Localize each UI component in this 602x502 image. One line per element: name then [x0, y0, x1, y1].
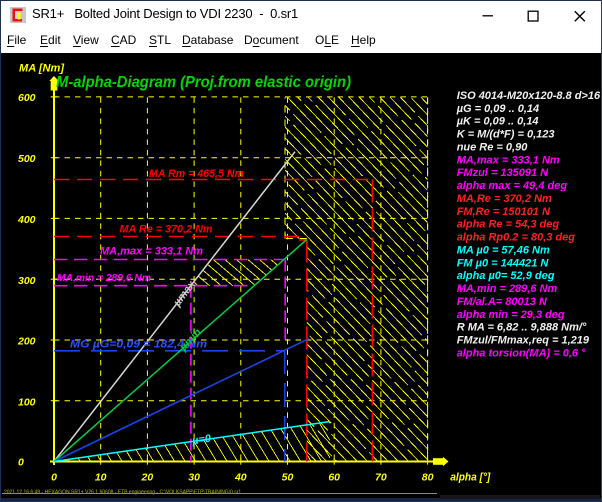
svg-text:200: 200 — [17, 336, 36, 348]
svg-text:40: 40 — [234, 471, 247, 483]
svg-text:alpha µ0= 52,9 deg: alpha µ0= 52,9 deg — [457, 270, 555, 282]
svg-text:60: 60 — [328, 471, 340, 483]
svg-text:MA,min = 289,6 Nm: MA,min = 289,6 Nm — [57, 272, 151, 284]
svg-text:MA,Re = 370,2 Nm: MA,Re = 370,2 Nm — [457, 193, 552, 205]
svg-text:FM,Re = 150101 N: FM,Re = 150101 N — [457, 206, 551, 218]
svg-text:20: 20 — [141, 471, 154, 483]
svg-text:FMzul/FMmax,req = 1,219: FMzul/FMmax,req = 1,219 — [457, 335, 590, 347]
svg-text:0: 0 — [18, 456, 24, 468]
svg-text:0: 0 — [51, 471, 57, 483]
svg-text:MA,max = 333,1 Nm: MA,max = 333,1 Nm — [100, 246, 203, 258]
svg-text:µ=0: µ=0 — [190, 433, 212, 448]
svg-text:10: 10 — [95, 471, 107, 483]
svg-text:MA Re = 370,2 Nm: MA Re = 370,2 Nm — [120, 224, 213, 236]
svg-text:600: 600 — [18, 92, 36, 104]
svg-text:MA,max = 333,1 Nm: MA,max = 333,1 Nm — [457, 154, 560, 166]
svg-text:70: 70 — [375, 471, 387, 483]
svg-text:K = M/(d*F) = 0,123: K = M/(d*F) = 0,123 — [457, 129, 555, 141]
svg-text:100: 100 — [18, 396, 36, 408]
svg-text:alpha Re = 54,3 deg: alpha Re = 54,3 deg — [457, 219, 560, 231]
svg-text:M-alpha-Diagram (Proj.from ela: M-alpha-Diagram (Proj.from elastic origi… — [56, 74, 351, 91]
svg-text:ISO 4014-M20x120-8.8 d>16: ISO 4014-M20x120-8.8 d>16 — [457, 90, 601, 102]
svg-text:alpha Rp0.2 = 80,3 deg: alpha Rp0.2 = 80,3 deg — [457, 232, 576, 244]
svg-text:500: 500 — [18, 153, 36, 165]
svg-text:MA,min = 289,6 Nm: MA,min = 289,6 Nm — [457, 283, 558, 295]
svg-text:400: 400 — [17, 214, 36, 226]
svg-text:80: 80 — [422, 471, 434, 483]
svg-text:MA Rm = 465,5 Nm: MA Rm = 465,5 Nm — [149, 168, 244, 180]
svg-text:µK = 0,09 .. 0,14: µK = 0,09 .. 0,14 — [456, 116, 539, 128]
svg-text:alpha torsion(MA) = 0,6 °: alpha torsion(MA) = 0,6 ° — [457, 347, 586, 359]
svg-text:nue Re = 0,90: nue Re = 0,90 — [457, 141, 529, 153]
svg-text:alpha [°]: alpha [°] — [450, 472, 490, 484]
svg-text:MA [Nm]: MA [Nm] — [19, 63, 64, 75]
svg-text:MA µ0 = 57,46 Nm: MA µ0 = 57,46 Nm — [457, 244, 550, 256]
svg-text:alpha min = 29,3 deg: alpha min = 29,3 deg — [457, 309, 565, 321]
svg-text:FM/al.A= 80013 N: FM/al.A= 80013 N — [457, 296, 548, 308]
svg-text:FMzul = 135091 N: FMzul = 135091 N — [457, 167, 549, 179]
svg-text:µG = 0,09 .. 0,14: µG = 0,09 .. 0,14 — [456, 103, 539, 115]
svg-text:30: 30 — [188, 471, 200, 483]
svg-text:FM µ0 = 144421 N: FM µ0 = 144421 N — [457, 257, 550, 269]
svg-text:300: 300 — [18, 275, 36, 287]
svg-text:50: 50 — [282, 471, 294, 483]
svg-text:R MA = 6,82 .. 9,888 Nm/°: R MA = 6,82 .. 9,888 Nm/° — [457, 322, 587, 334]
svg-text:alpha max = 49,4 deg: alpha max = 49,4 deg — [457, 180, 568, 192]
